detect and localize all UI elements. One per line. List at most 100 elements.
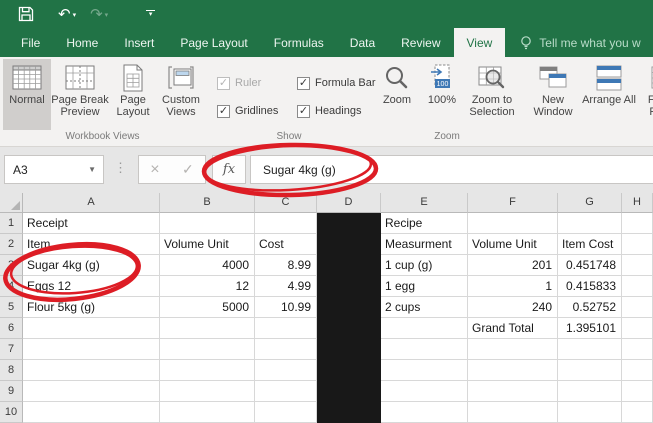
cell-C2[interactable]: Cost (255, 234, 317, 255)
cell-G5[interactable]: 0.52752 (558, 297, 622, 318)
cell-F1[interactable] (468, 213, 558, 234)
cell-A10[interactable] (23, 402, 160, 423)
cell-E5[interactable]: 2 cups (381, 297, 468, 318)
cell-C6[interactable] (255, 318, 317, 339)
cell-H6[interactable] (622, 318, 653, 339)
cell-F5[interactable]: 240 (468, 297, 558, 318)
row-header-5[interactable]: 5 (0, 297, 23, 318)
cell-B7[interactable] (160, 339, 255, 360)
cell-B1[interactable] (160, 213, 255, 234)
tell-me-box[interactable]: Tell me what you w (519, 28, 640, 57)
column-header-F[interactable]: F (468, 193, 558, 213)
tab-home[interactable]: Home (53, 28, 111, 57)
arrange-all-button[interactable]: Arrange All (581, 59, 637, 130)
cell-H2[interactable] (622, 234, 653, 255)
cell-G10[interactable] (558, 402, 622, 423)
enter-icon[interactable]: ✓ (182, 161, 194, 178)
cell-C7[interactable] (255, 339, 317, 360)
new-window-button[interactable]: New Window (525, 59, 581, 130)
column-header-H[interactable]: H (622, 193, 653, 213)
cell-E6[interactable] (381, 318, 468, 339)
cell-B5[interactable]: 5000 (160, 297, 255, 318)
cell-E1[interactable]: Recipe (381, 213, 468, 234)
cell-A7[interactable] (23, 339, 160, 360)
cell-C5[interactable]: 10.99 (255, 297, 317, 318)
row-header-10[interactable]: 10 (0, 402, 23, 423)
row-header-6[interactable]: 6 (0, 318, 23, 339)
cell-F7[interactable] (468, 339, 558, 360)
cell-C10[interactable] (255, 402, 317, 423)
cell-E2[interactable]: Measurment (381, 234, 468, 255)
cell-A5[interactable]: Flour 5kg (g) (23, 297, 160, 318)
cell-G4[interactable]: 0.415833 (558, 276, 622, 297)
cell-B10[interactable] (160, 402, 255, 423)
column-header-D[interactable]: D (317, 193, 381, 213)
cell-B8[interactable] (160, 360, 255, 381)
row-header-4[interactable]: 4 (0, 276, 23, 297)
zoom-100-button[interactable]: 100 100% (421, 59, 463, 130)
tab-page-layout[interactable]: Page Layout (167, 28, 260, 57)
cell-A1[interactable]: Receipt (23, 213, 160, 234)
cell-A2[interactable]: Item (23, 234, 160, 255)
zoom-to-selection-button[interactable]: Zoom to Selection (463, 59, 521, 130)
redo-dropdown-caret[interactable]: ▾ (105, 12, 109, 22)
custom-views-button[interactable]: Custom Views (157, 59, 205, 130)
undo-dropdown-caret[interactable]: ▾ (73, 12, 77, 22)
cell-C9[interactable] (255, 381, 317, 402)
row-header-2[interactable]: 2 (0, 234, 23, 255)
cell-H10[interactable] (622, 402, 653, 423)
cell-H3[interactable] (622, 255, 653, 276)
tab-file[interactable]: File (8, 28, 53, 57)
cell-A9[interactable] (23, 381, 160, 402)
cell-F6[interactable]: Grand Total (468, 318, 558, 339)
cell-G7[interactable] (558, 339, 622, 360)
cell-F8[interactable] (468, 360, 558, 381)
gridlines-checkbox[interactable]: ✓ Gridlines (217, 105, 297, 118)
cell-A8[interactable] (23, 360, 160, 381)
cell-B9[interactable] (160, 381, 255, 402)
cell-H8[interactable] (622, 360, 653, 381)
cell-H9[interactable] (622, 381, 653, 402)
cell-F10[interactable] (468, 402, 558, 423)
save-icon[interactable] (18, 6, 34, 22)
row-header-1[interactable]: 1 (0, 213, 23, 234)
cell-E9[interactable] (381, 381, 468, 402)
cell-H4[interactable] (622, 276, 653, 297)
cell-B3[interactable]: 4000 (160, 255, 255, 276)
page-layout-button[interactable]: Page Layout (109, 59, 157, 130)
cell-G2[interactable]: Item Cost (558, 234, 622, 255)
row-header-3[interactable]: 3 (0, 255, 23, 276)
tab-formulas[interactable]: Formulas (261, 28, 337, 57)
cell-B4[interactable]: 12 (160, 276, 255, 297)
cell-E7[interactable] (381, 339, 468, 360)
name-box[interactable]: A3 ▼ (4, 155, 104, 184)
select-all-corner[interactable] (0, 193, 23, 213)
column-header-A[interactable]: A (23, 193, 160, 213)
cell-G9[interactable] (558, 381, 622, 402)
name-box-dropdown-icon[interactable]: ▼ (88, 165, 103, 174)
cell-C1[interactable] (255, 213, 317, 234)
cell-G3[interactable]: 0.451748 (558, 255, 622, 276)
cell-E4[interactable]: 1 egg (381, 276, 468, 297)
tab-review[interactable]: Review (388, 28, 453, 57)
insert-function-button[interactable]: fx (212, 155, 246, 184)
column-header-E[interactable]: E (381, 193, 468, 213)
cell-E10[interactable] (381, 402, 468, 423)
cell-C3[interactable]: 8.99 (255, 255, 317, 276)
zoom-button[interactable]: Zoom (373, 59, 421, 130)
undo-button[interactable]: ↶ ▾ (58, 7, 76, 22)
cell-H1[interactable] (622, 213, 653, 234)
cell-E3[interactable]: 1 cup (g) (381, 255, 468, 276)
formula-input[interactable]: Sugar 4kg (g) (250, 155, 653, 184)
cell-E8[interactable] (381, 360, 468, 381)
column-header-B[interactable]: B (160, 193, 255, 213)
redo-button[interactable]: ↷ ▾ (90, 7, 108, 22)
tab-view[interactable]: View (454, 28, 506, 57)
cell-G1[interactable] (558, 213, 622, 234)
column-header-C[interactable]: C (255, 193, 317, 213)
row-header-7[interactable]: 7 (0, 339, 23, 360)
cell-F9[interactable] (468, 381, 558, 402)
cell-C4[interactable]: 4.99 (255, 276, 317, 297)
cell-H7[interactable] (622, 339, 653, 360)
customize-quick-access-toolbar-icon[interactable]: ▾ (146, 10, 155, 18)
